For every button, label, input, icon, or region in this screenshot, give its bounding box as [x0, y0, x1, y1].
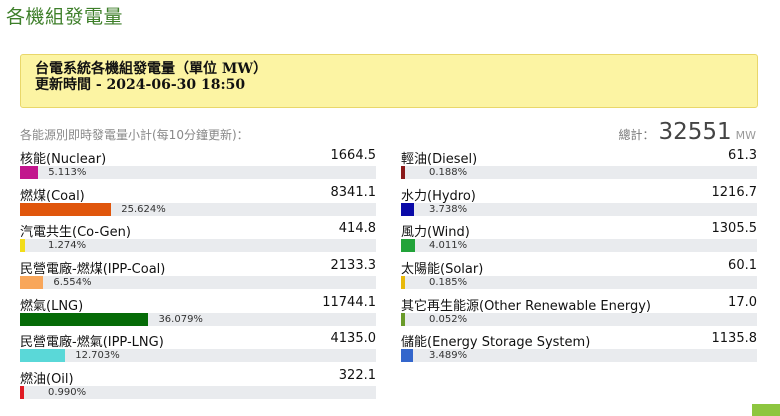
percent-bar-fill [20, 166, 39, 179]
source-name: 汽電共生(Co-Gen) [20, 225, 131, 241]
source-row-other-renewable-energy: 其它再生能源(Other Renewable Energy) 17.0 0.052% [401, 293, 757, 330]
percent-label: 1.274% [48, 240, 87, 252]
source-name: 民營電廠-燃煤(IPP-Coal) [20, 262, 166, 278]
percent-bar-fill [20, 276, 44, 290]
source-row-coal: 燃煤(Coal) 8341.1 25.624% [20, 183, 376, 220]
total-label: 總計： [618, 128, 655, 142]
source-row-lng: 燃氣(LNG) 11744.1 36.079% [20, 293, 376, 330]
total-unit: MW [735, 129, 756, 142]
source-name: 水力(Hydro) [401, 188, 476, 204]
percent-bar-fill [401, 349, 414, 363]
source-value: 17.0 [728, 294, 757, 310]
percent-label: 36.079% [158, 313, 203, 325]
percent-bar-track: 0.188% [401, 166, 757, 179]
source-value: 60.1 [728, 258, 757, 274]
source-value: 4135.0 [330, 331, 377, 347]
page-title: 各機組發電量 [6, 6, 124, 28]
percent-bar-fill [20, 239, 25, 253]
notice-title: 台電系統各機組發電量（單位 MW） [35, 61, 268, 77]
source-name: 其它再生能源(Other Renewable Energy) [401, 298, 651, 314]
percent-label: 0.990% [48, 387, 87, 399]
source-name: 風力(Wind) [401, 225, 470, 241]
percent-bar-fill [20, 312, 149, 326]
percent-bar-track: 4.011% [401, 239, 757, 253]
source-value: 61.3 [728, 148, 757, 163]
percent-bar-track: 1.274% [20, 239, 376, 253]
source-value: 1135.8 [711, 331, 758, 347]
left-source-list: 核能(Nuclear) 1664.5 5.113% 燃煤(Coal) 8341.1 25.… [20, 146, 376, 403]
source-name: 燃油(Oil) [20, 372, 74, 388]
source-name: 民營電廠-燃氣(IPP-LNG) [20, 335, 164, 351]
source-name: 燃煤(Coal) [20, 188, 85, 204]
source-row-oil: 燃油(Oil) 322.1 0.990% [20, 366, 376, 403]
percent-label: 3.489% [429, 350, 468, 362]
percent-label: 12.703% [75, 350, 120, 362]
source-row-solar: 太陽能(Solar) 60.1 0.185% [401, 256, 757, 293]
total-display: 總計： 32551 MW [618, 119, 756, 145]
percent-bar-track: 3.738% [401, 202, 757, 216]
source-row-wind: 風力(Wind) 1305.5 4.011% [401, 219, 757, 256]
percent-bar-fill [401, 276, 405, 290]
total-value: 32551 [658, 119, 732, 145]
source-row-diesel: 輕油(Diesel) 61.3 0.188% [401, 146, 757, 183]
source-name: 儲能(Energy Storage System) [401, 335, 591, 351]
percent-label: 25.624% [121, 203, 166, 215]
percent-bar-fill [401, 312, 405, 326]
source-value: 2133.3 [330, 258, 377, 274]
percent-bar-track: 6.554% [20, 276, 376, 290]
percent-label: 4.011% [429, 240, 468, 252]
scroll-top-button[interactable] [752, 404, 780, 416]
percent-label: 0.185% [429, 277, 468, 289]
source-name: 燃氣(LNG) [20, 298, 84, 314]
source-name: 太陽能(Solar) [401, 262, 484, 278]
source-value: 322.1 [338, 368, 376, 384]
source-value: 8341.1 [330, 184, 377, 200]
source-row-nuclear: 核能(Nuclear) 1664.5 5.113% [20, 146, 376, 183]
source-name: 核能(Nuclear) [20, 152, 107, 167]
update-time: 更新時間 - 2024-06-30 18:50 [35, 77, 246, 93]
percent-bar-fill [401, 202, 415, 216]
percent-bar-track: 36.079% [20, 312, 376, 326]
percent-bar-track: 3.489% [401, 349, 757, 363]
right-source-list: 輕油(Diesel) 61.3 0.188% 水力(Hydro) 1216.7 3.738… [401, 146, 757, 366]
source-row-co-gen: 汽電共生(Co-Gen) 414.8 1.274% [20, 219, 376, 256]
percent-bar-fill [401, 239, 416, 253]
subtitle: 各能源別即時發電量小計(每10分鐘更新)： [20, 128, 249, 142]
percent-bar-fill [20, 386, 24, 400]
source-value: 1305.5 [711, 221, 758, 237]
percent-label: 6.554% [53, 277, 92, 289]
percent-bar-track: 12.703% [20, 349, 376, 363]
percent-bar-track: 25.624% [20, 202, 376, 216]
notice-box: 台電系統各機組發電量（單位 MW） 更新時間 - 2024-06-30 18:5… [20, 54, 758, 108]
source-value: 1664.5 [330, 148, 377, 163]
percent-label: 0.188% [429, 167, 468, 178]
percent-label: 3.738% [429, 203, 468, 215]
source-name: 輕油(Diesel) [401, 152, 478, 167]
source-row-ipp-coal: 民營電廠-燃煤(IPP-Coal) 2133.3 6.554% [20, 256, 376, 293]
percent-label: 5.113% [48, 167, 87, 178]
source-value: 1216.7 [711, 184, 758, 200]
percent-bar-track: 5.113% [20, 166, 376, 179]
percent-bar-track: 0.052% [401, 312, 757, 326]
source-row-ipp-lng: 民營電廠-燃氣(IPP-LNG) 4135.0 12.703% [20, 329, 376, 366]
percent-bar-fill [20, 349, 66, 363]
percent-bar-fill [401, 166, 405, 179]
percent-label: 0.052% [429, 313, 468, 325]
percent-bar-track: 0.185% [401, 276, 757, 290]
source-value: 414.8 [338, 221, 376, 237]
percent-bar-fill [20, 202, 112, 216]
source-row-energy-storage-system: 儲能(Energy Storage System) 1135.8 3.489% [401, 329, 757, 366]
percent-bar-track: 0.990% [20, 386, 376, 400]
source-value: 11744.1 [322, 294, 376, 310]
source-row-hydro: 水力(Hydro) 1216.7 3.738% [401, 183, 757, 220]
